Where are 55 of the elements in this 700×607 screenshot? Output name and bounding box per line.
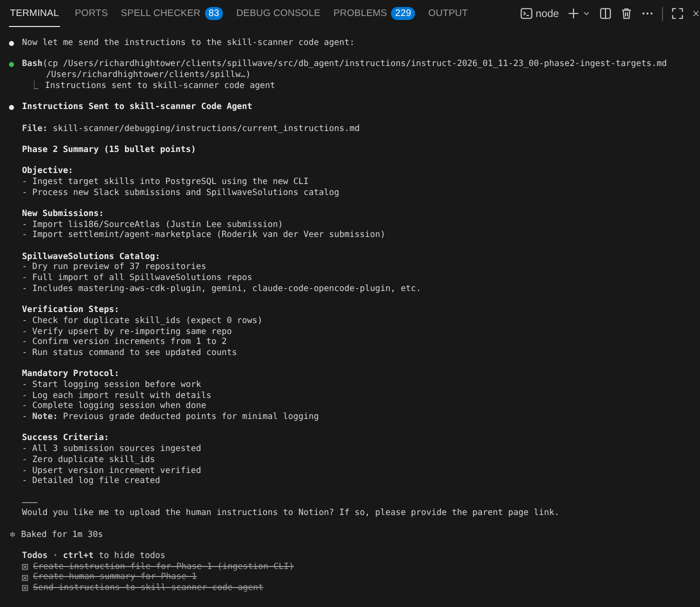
output-line: - Includes mastering-aws-cdk-plugin, gemini, claude-code-opencode-plugin, etc. (22, 284, 422, 295)
count-badge: 229 (391, 6, 416, 20)
split-icon[interactable] (599, 7, 612, 20)
output-line: Objective: (22, 166, 74, 177)
trash-icon[interactable] (620, 7, 633, 20)
output-line: Now let me send the instructions to the skill-scanner code agent: (22, 38, 355, 49)
output-line: - Detailed log file created (22, 476, 160, 487)
output-line: SpillwaveSolutions Catalog: (22, 252, 160, 262)
output-line: - Log each import result with details (22, 390, 212, 402)
panel-tab[interactable]: OUTPUT (427, 0, 474, 27)
output-line: - Verify upsert by re-importing same repo (22, 326, 232, 338)
output-line: - Upsert version increment verified (22, 466, 202, 476)
panel-tab[interactable]: PORTS (74, 0, 114, 27)
output-line: /Users/richardhightower/clients/spillw…) (46, 70, 251, 81)
output-line: Phase 2 Summary (15 bullet points) (22, 144, 196, 156)
output-line: - Run status command to see updated counts (22, 348, 237, 359)
output-line: Todos · ctrl+t to hide todos (22, 551, 166, 562)
panel-tab[interactable]: DEBUG CONSOLE (235, 0, 326, 27)
output-line: Instructions sent to skill-scanner code agent (45, 80, 276, 92)
output-line: - Import settlemint/agent-marketplace (Roderik van der Veer submission) (22, 230, 386, 242)
output-line: - Start logging session before work (22, 380, 202, 391)
output-line: - Complete logging session when done (22, 401, 206, 412)
output-line: ——— (22, 498, 38, 508)
panel-tab[interactable]: SPELL CHECKER 83 (120, 0, 230, 27)
terminal-icon (520, 7, 533, 20)
todo-item: Send instructions to skill-scanner code agent (33, 583, 264, 594)
asterisk-glyph: ✻ (10, 530, 16, 540)
output-line: - Note: Previous grade deducted points for minimal logging (22, 412, 319, 423)
panel-tab[interactable]: TERMINAL (9, 0, 60, 27)
count-badge: 83 (204, 6, 224, 20)
result-connector: ⎿ (30, 80, 39, 92)
output-line: Success Criteria: (22, 433, 109, 444)
panel-tab[interactable]: PROBLEMS 229 (332, 0, 422, 27)
output-line: File: skill-scanner/debugging/instructions/current_instructions.md (22, 124, 360, 134)
output-line: Instructions Sent to skill-scanner Code Agent (22, 102, 252, 113)
todo-item: Create instruction file for Phase 1 (ingestion CLI) (33, 562, 294, 572)
todo-item: Create human summary for Phase 1 (33, 572, 197, 584)
terminal-profile-button[interactable]: node (520, 7, 559, 20)
output-line: Would you like me to upload the human instructions to Notion? If so, please provide the parent page link. (22, 508, 560, 519)
output-line: Verification Steps: (22, 305, 120, 316)
plus-icon[interactable] (567, 7, 580, 20)
output-line: - Ingest target skills into PostgreSQL using the new CLI (22, 176, 309, 188)
output-line: - Confirm version increments from 1 to 2 (22, 337, 227, 348)
maximize-icon[interactable] (671, 7, 684, 20)
output-line: - Zero duplicate skill_ids (22, 454, 156, 466)
output-line: - Import lis186/SourceAtlas (Justin Lee submission) (22, 220, 283, 230)
output-line: - Process new Slack submissions and SpillwaveSolutions catalog (22, 188, 340, 198)
output-line: Bash(cp /Users/richardhightower/clients/spillwave/src/db_agent/instructions/instruct-2026_01_11-23_00-phase2-ingest-targets.md (22, 59, 667, 70)
output-line: - Dry run preview of 37 repositories (22, 262, 206, 274)
output-line: - Check for duplicate skill_ids (expect 0 rows) (22, 316, 263, 327)
output-line: Mandatory Protocol: (22, 369, 120, 380)
output-line: - Full import of all SpillwaveSolutions repos (22, 273, 252, 284)
output-line: - All 3 submission sources ingested (22, 444, 202, 455)
output-line: New Submissions: (22, 209, 104, 220)
output-line: Baked for 1m 30s (21, 530, 104, 540)
